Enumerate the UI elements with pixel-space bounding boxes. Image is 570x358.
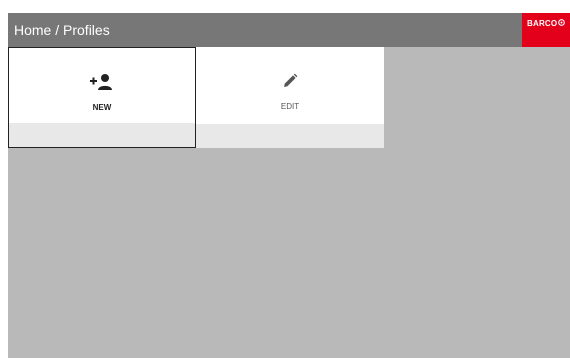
pencil-icon	[284, 73, 298, 87]
barco-logo: BARCO	[522, 13, 570, 47]
new-profile-tile[interactable]: NEW	[8, 47, 196, 148]
new-tile-label: NEW	[92, 103, 112, 112]
edit-tile-label: EDIT	[280, 102, 300, 111]
logo-text: BARCO	[527, 19, 558, 28]
tile-footer	[9, 123, 195, 147]
add-person-icon	[90, 74, 112, 90]
header-bar: Home / Profiles BARCO	[8, 13, 570, 47]
edit-profile-tile[interactable]: EDIT	[196, 47, 384, 148]
breadcrumb: Home / Profiles	[14, 22, 110, 38]
tile-footer	[196, 124, 384, 148]
profiles-screen: Home / Profiles BARCO NEW EDIT	[8, 13, 570, 358]
logo-mark-icon	[558, 19, 565, 26]
